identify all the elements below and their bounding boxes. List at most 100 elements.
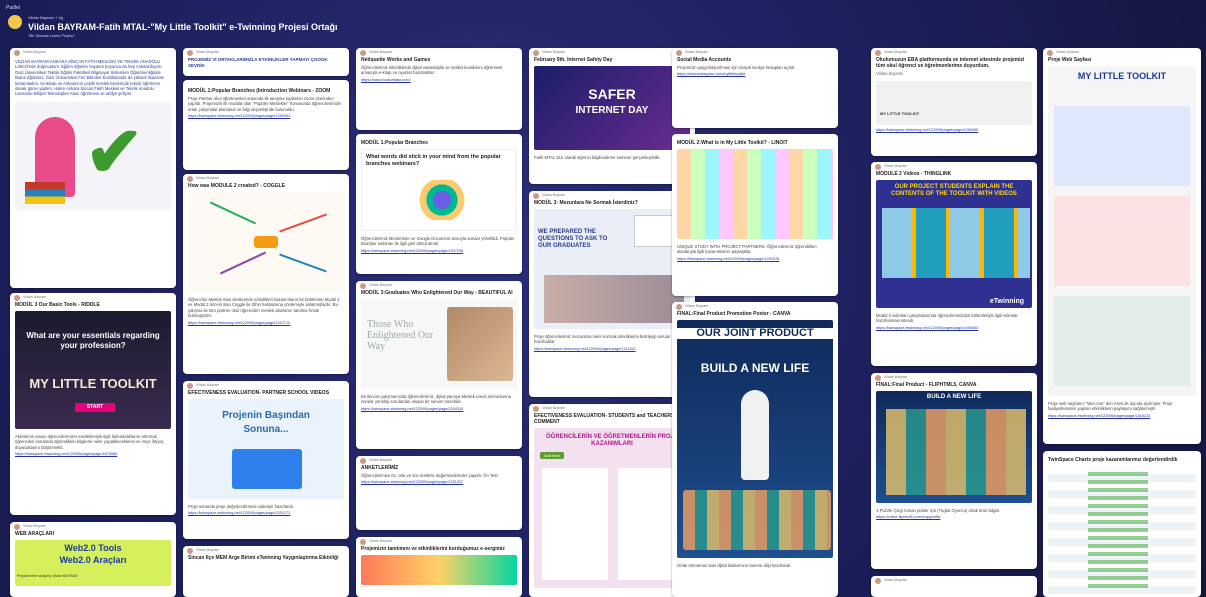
- post-link[interactable]: https://www.bookcreator.com/: [356, 78, 522, 83]
- post-card-coggle[interactable]: Vildan Bayram How was MODULE 2 created? …: [183, 174, 349, 374]
- poster-subtitle: BUILD A NEW LIFE: [700, 361, 810, 375]
- avatar-icon: [360, 282, 366, 289]
- bitmoji-checkmark-image: ✔: [15, 101, 171, 210]
- bitmoji-card: [542, 468, 608, 580]
- post-card-stub[interactable]: Vildan Bayram: [871, 576, 1037, 597]
- post-title: How was MODULE 2 created? - COGGLE: [188, 183, 285, 189]
- padlet-brand[interactable]: Padlet: [6, 5, 20, 11]
- post-card-netiquette[interactable]: Vildan Bayram Netiquette Works and Games…: [356, 48, 522, 130]
- post-link[interactable]: https://twinspace.etwinning.net/122095/p…: [672, 257, 838, 262]
- add-item-badge[interactable]: Add Item: [540, 452, 565, 460]
- comments-board: ÖĞRENCİLERİN VE ÖĞRETMENLERİN PROJE KAZA…: [534, 428, 690, 588]
- post-link[interactable]: https://twinspace.etwinning.net/122095/p…: [871, 128, 1037, 133]
- avatar-icon: [875, 374, 881, 381]
- avatar-icon: [14, 49, 20, 56]
- post-card-web-tools[interactable]: Vildan Bayram WEB ARAÇLARI Web2.0 Tools …: [10, 522, 176, 597]
- avatar-icon: [187, 382, 193, 389]
- avatar-icon: [360, 457, 366, 464]
- post-text: Bir ikincisi çalışmamızda öğrencilerimiz…: [361, 394, 511, 405]
- fliphtml5-banner: BUILD A NEW LIFE: [926, 394, 982, 400]
- post-card-linoit[interactable]: MODÜL 2:What is in My Little Toolkit? - …: [672, 134, 838, 296]
- post-card-webinars[interactable]: MODÜL 1:Popular Branches (Introduction W…: [183, 80, 349, 170]
- post-link[interactable]: https://twinspace.etwinning.net/122095/p…: [356, 480, 522, 485]
- avatar-icon: [187, 175, 193, 182]
- video-thumbnail[interactable]: Projenin Başından Sonuna...: [188, 399, 344, 499]
- post-card-arge[interactable]: Vildan Bayram Sincan Ilçe MEM Arge Birim…: [183, 546, 349, 597]
- students-row: [683, 490, 831, 550]
- post-link[interactable]: https://twinspace.etwinning.net/122095/p…: [871, 326, 1037, 331]
- chart-bars: [1088, 472, 1148, 588]
- post-meta: Vildan Bayram: [529, 191, 695, 200]
- post-link[interactable]: https://twinspace.etwinning.net/122095/p…: [1043, 414, 1201, 419]
- post-link[interactable]: https://twinspace.etwinning.net/122095/p…: [356, 407, 522, 412]
- post-link[interactable]: https://online.fliphtml5.com/hvqsp/lefbt: [871, 515, 1037, 520]
- post-title: MODÜL 3:Graduates Who Enlightened Our Wa…: [361, 290, 513, 296]
- post-card-poster[interactable]: Vildan Bayram FINAL:Final Product Promot…: [672, 302, 838, 597]
- avatar-icon: [875, 163, 881, 170]
- post-card-social-media[interactable]: Vildan Bayram Social Media Accounts Proj…: [672, 48, 838, 128]
- post-title: EFECTIVENESS EVALUATION- PARTNER SCHOOL …: [188, 390, 330, 396]
- post-meta: Vildan Bayram: [356, 537, 522, 546]
- post-card-partner-videos[interactable]: Vildan Bayram EFECTIVENESS EVALUATION- P…: [183, 381, 349, 539]
- post-card-riddle[interactable]: Vildan Bayram MODÜL 3 Our Basic Tools - …: [10, 293, 176, 515]
- post-card-mentimeter[interactable]: MODÜL 1:Popular Branches What words did …: [356, 134, 522, 274]
- post-card-eba[interactable]: Vildan Bayram Okulumuzun EBA platformund…: [871, 48, 1037, 156]
- post-title: Proje Web Sayfası: [1048, 57, 1092, 63]
- post-link[interactable]: https://twinspace.etwinning.net/122095/p…: [183, 114, 349, 119]
- laptop-icon: [232, 449, 302, 489]
- linoit-board: [677, 149, 833, 239]
- post-link[interactable]: https://twinspace.etwinning.net/122095/p…: [356, 249, 522, 254]
- avatar-icon: [1047, 49, 1053, 56]
- board-title: Vildan BAYRAM-Fatih MTAL-"My Little Tool…: [28, 22, 338, 32]
- board-author: Vildan Bayram + 4g: [28, 15, 63, 20]
- thinglink-banner: OUR PROJECT STUDENTS EXPLAIN THE CONTENT…: [891, 184, 1017, 197]
- avatar-icon: [533, 192, 539, 199]
- post-card-fliphtml5[interactable]: Vildan Bayram FİNAL:Final Product - FLIP…: [871, 373, 1037, 569]
- post-card-graduates[interactable]: Vildan Bayram MODÜL 3:Graduates Who Enli…: [356, 281, 522, 449]
- post-title: MODÜL 1:Popular Branches: [361, 140, 428, 146]
- post-link[interactable]: https://twinspace.etwinning.net/122095/p…: [183, 511, 349, 516]
- post-card-twinspace-charts[interactable]: TwinSpace Charts proje kazanımlarımız de…: [1043, 451, 1201, 597]
- post-title: EFECTIVENESS EVALUATION- STUDENTS and TE…: [534, 413, 675, 425]
- post-card-exhibition[interactable]: Vildan Bayram Projemizin tanıtımını ve e…: [356, 537, 522, 597]
- post-card-surveys[interactable]: Vildan Bayram ANKETLERİMİZ Öğrencilerimi…: [356, 456, 522, 530]
- website-screenshot: MY LITTLE TOOLKIT: [1048, 66, 1196, 396]
- post-title: WEB ARAÇLARI: [15, 531, 54, 537]
- avatar-icon: [533, 49, 539, 56]
- post-link[interactable]: https://twinspace.etwinning.net/122095/p…: [10, 452, 176, 457]
- post-text: Proje öğrencilerimiz mezunlara neler sor…: [534, 334, 671, 345]
- post-text: Proje Partner okul öğretmenleri arasında…: [188, 96, 341, 112]
- post-title: February 9th, Internet Safety Day: [534, 57, 613, 63]
- post-card-intro[interactable]: Vildan Bayram VİLDAN BAYRAM-ANKARA SİNCA…: [10, 48, 176, 288]
- questions-image: WE PREPARED THE QUESTIONS TO ASK TO OUR …: [534, 209, 690, 329]
- post-text: Proje web sayfamız "Wix.com" den ANALİK …: [1048, 401, 1173, 412]
- post-title: FİNAL:Final Product - FLIPHTML5, CANVA: [876, 382, 977, 388]
- post-title: MODÜL 3: Mezunlara Ne Sormak İsterdiniz?: [534, 200, 638, 206]
- post-link[interactable]: https://twinspace.etwinning.net/122095/p…: [183, 321, 349, 326]
- post-card-thinglink[interactable]: Vildan Bayram MODULE 2 Videos - THINGLIN…: [871, 162, 1037, 366]
- post-meta: Vildan Bayram: [1043, 48, 1201, 57]
- riddle-start-button[interactable]: START: [75, 403, 115, 412]
- post-meta: Vildan Bayram: [356, 281, 522, 290]
- comments-banner: ÖĞRENCİLERİN VE ÖĞRETMENLERİN PROJE KAZA…: [545, 434, 678, 447]
- post-title: MODÜL 2:What is in My Little Toolkit? - …: [677, 140, 788, 146]
- post-meta: Vildan Bayram: [183, 174, 349, 183]
- post-card-graduate-questions[interactable]: Vildan Bayram MODÜL 3: Mezunlara Ne Sorm…: [529, 191, 695, 397]
- post-meta: Vildan Bayram: [10, 293, 176, 302]
- riddle-embed[interactable]: What are your essentials regarding your …: [15, 311, 171, 429]
- post-meta: Vildan Bayram: [871, 48, 1037, 57]
- post-card-partners[interactable]: Vildan Bayram PROJEMİZ Vİ ORTAKLARIMIZLA…: [183, 48, 349, 76]
- books-icon: [25, 181, 65, 204]
- riddle-question: What are your essentials regarding your …: [26, 331, 160, 350]
- thinglink-image: OUR PROJECT STUDENTS EXPLAIN THE CONTENT…: [876, 180, 1032, 308]
- wordcloud-image: What words did stick in your mind from t…: [361, 149, 517, 231]
- post-link[interactable]: https://twinspace.etwinning.net/122095/p…: [529, 347, 695, 352]
- post-card-comments[interactable]: Vildan Bayram EFECTIVENESS EVALUATION- S…: [529, 404, 695, 597]
- project-logo-text: MY LITTLE TOOLKIT: [880, 111, 920, 117]
- post-card-website[interactable]: Vildan Bayram Proje Web Sayfası MY LITTL…: [1043, 48, 1201, 444]
- mindmap-branch: [209, 201, 257, 225]
- post-text: Ortak ürünümüz olan dijital kitabımızın …: [677, 563, 792, 568]
- post-card-safer-internet[interactable]: Vildan Bayram February 9th, Internet Saf…: [529, 48, 695, 184]
- post-text: Öğrencilerimize ön, orta ve son testlerl…: [361, 473, 499, 478]
- post-link[interactable]: https://www.instagram.com/mylittletoolki…: [672, 72, 838, 77]
